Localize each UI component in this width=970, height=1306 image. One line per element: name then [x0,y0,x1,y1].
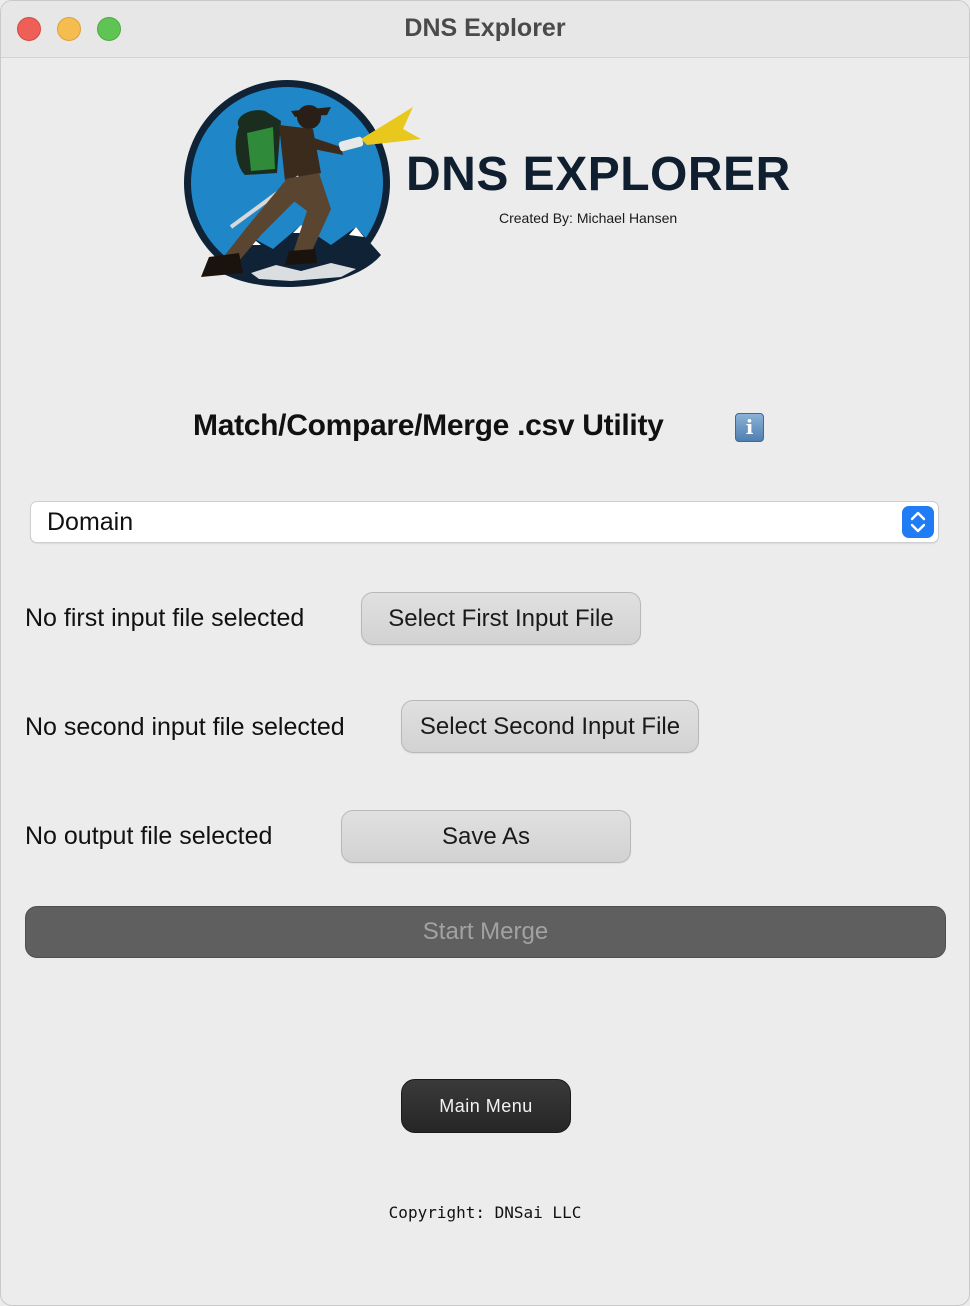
explorer-logo-icon [181,77,421,293]
start-merge-button[interactable]: Start Merge [25,906,946,958]
creator-credit: Created By: Michael Hansen [499,210,678,226]
main-menu-button[interactable]: Main Menu [401,1079,571,1133]
info-icon[interactable]: i [735,413,764,442]
utility-title: Match/Compare/Merge .csv Utility [193,409,664,442]
copyright-text: Copyright: DNSai LLC [388,1203,582,1222]
title-bar: DNS Explorer [1,1,969,58]
first-input-status: No first input file selected [25,604,305,632]
output-status: No output file selected [25,822,273,850]
app-window: DNS Explorer DNS EXPLORER Created By: Mi… [0,0,970,1306]
select-second-input-button[interactable]: Select Second Input File [401,700,699,753]
save-as-button[interactable]: Save As [341,810,631,863]
window-title: DNS Explorer [404,14,566,42]
select-first-input-button[interactable]: Select First Input File [361,592,641,645]
brand-title: DNS EXPLORER [406,148,791,201]
match-field-value: Domain [47,508,134,536]
second-input-status: No second input file selected [25,713,345,741]
match-field-select[interactable]: Domain [30,501,939,543]
chevron-up-down-icon[interactable] [902,506,934,538]
